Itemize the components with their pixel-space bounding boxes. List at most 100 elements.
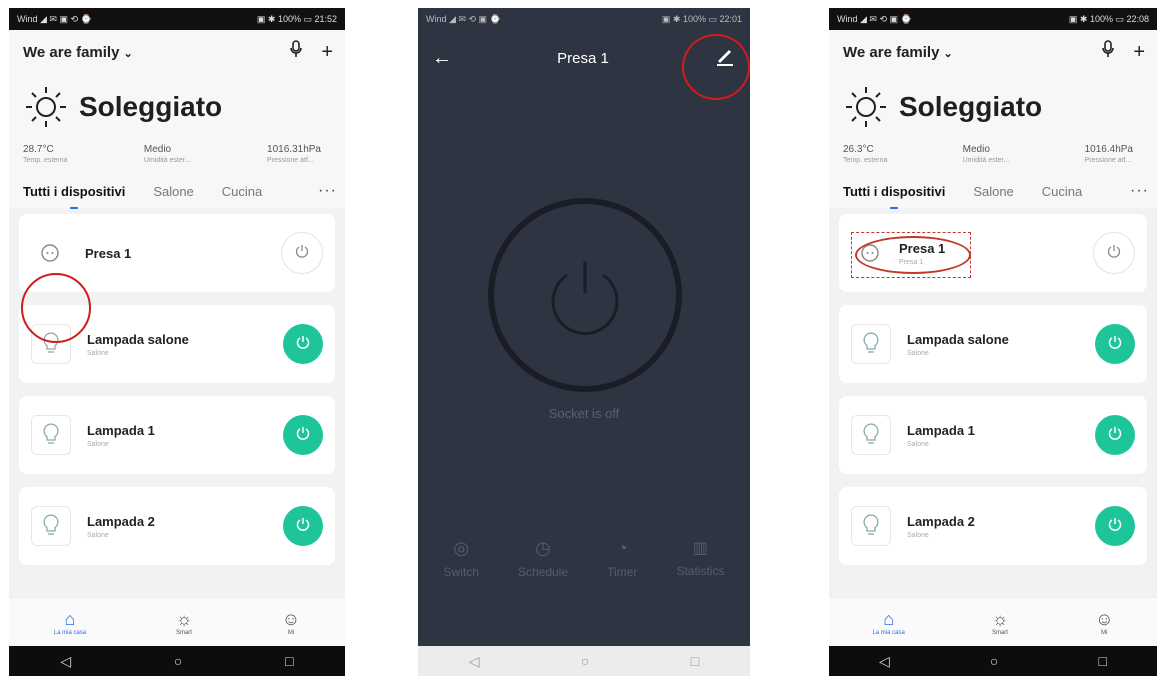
device-card-lampada-1[interactable]: Lampada 1 Salone	[19, 396, 335, 474]
sun-icon	[26, 87, 66, 127]
device-list: Presa 1 Lampada salone Salone Lampada 1 Sa…	[9, 208, 345, 565]
home-circle-icon[interactable]: ○	[174, 653, 182, 669]
power-icon	[1107, 516, 1123, 537]
nav-me[interactable]: ☺ Mi	[1095, 609, 1113, 636]
device-name: Presa 1	[899, 240, 946, 256]
recents-square-icon[interactable]: □	[285, 653, 293, 669]
phone-screen-home-renamed: Wind ◢ ✉ ⟲ ▣ ⌚ ▣ ✱ 100% ▭ 22:08 We are f…	[829, 8, 1157, 676]
back-triangle-icon[interactable]: ◁	[60, 653, 71, 670]
page-title: Presa 1	[557, 49, 609, 67]
device-room: Presa 1	[899, 258, 924, 266]
power-toggle[interactable]	[283, 324, 323, 364]
power-icon	[551, 261, 619, 335]
power-icon	[295, 334, 311, 355]
power-button-large[interactable]	[488, 198, 682, 392]
home-circle-icon[interactable]: ○	[581, 653, 589, 669]
room-tabs: Tutti i dispositivi Salone Cucina ···	[9, 172, 345, 209]
pressure-stat: 1016.4hPa Pressione atf...	[1084, 144, 1133, 164]
weather-panel: Soleggiato 26.3°C Temp. esterna Medio Umid…	[829, 74, 1157, 172]
nav-me[interactable]: ☺ Mi	[282, 609, 300, 636]
status-right: ▣ ✱ 100% ▭ 21:52	[256, 13, 337, 24]
tab-salone[interactable]: Salone	[153, 184, 193, 199]
device-card-presa[interactable]: Presa 1 Presa 1	[839, 214, 1147, 292]
status-bar: Wind ◢ ✉ ▣ ⟲ ⌚ ▣ ✱ 100% ▭ 21:52	[9, 8, 345, 30]
user-icon: ☺	[1095, 608, 1114, 629]
device-card-presa[interactable]: Presa 1	[19, 214, 335, 292]
nav-me-label: Mi	[287, 629, 295, 636]
status-left: Wind ◢ ✉ ⟲ ▣ ⌚	[837, 13, 912, 24]
power-toggle[interactable]	[281, 232, 323, 274]
more-icon[interactable]: ···	[318, 182, 337, 200]
power-icon	[295, 516, 311, 537]
microphone-icon[interactable]	[289, 40, 303, 64]
detail-toolbar: ◎ Switch ◷ Schedule ◔ Timer ▥ Statistics	[418, 538, 750, 579]
device-card-lampada-1[interactable]: Lampada 1 Salone	[839, 396, 1147, 474]
pressure-stat: 1016.31hPa Pressione atf...	[267, 144, 321, 164]
back-triangle-icon[interactable]: ◁	[469, 653, 480, 670]
home-circle-icon[interactable]: ○	[990, 653, 998, 669]
power-toggle[interactable]	[1093, 232, 1135, 274]
status-right: ▣ ✱ 100% ▭ 22:01	[661, 13, 742, 24]
recents-square-icon[interactable]: □	[1098, 653, 1106, 669]
home-header: We are family ⌄ +	[9, 30, 345, 74]
switch-button[interactable]: ◎ Switch	[444, 538, 479, 579]
status-bar: Wind ◢ ✉ ⟲ ▣ ⌚ ▣ ✱ 100% ▭ 22:08	[829, 8, 1157, 30]
tab-all-devices[interactable]: Tutti i dispositivi	[23, 184, 125, 209]
plus-icon[interactable]: +	[1133, 41, 1145, 64]
schedule-button[interactable]: ◷ Schedule	[518, 538, 568, 579]
device-room: Salone	[87, 349, 109, 357]
phone-screen-home: Wind ◢ ✉ ▣ ⟲ ⌚ ▣ ✱ 100% ▭ 21:52 We are f…	[9, 8, 345, 676]
system-nav: ◁ ○ □	[418, 646, 750, 676]
power-toggle[interactable]	[1095, 415, 1135, 455]
nav-smart[interactable]: ☼ Smart	[176, 609, 193, 636]
device-card-lampada-2[interactable]: Lampada 2 Salone	[19, 487, 335, 565]
tab-salone[interactable]: Salone	[973, 184, 1013, 199]
power-icon	[1107, 425, 1123, 446]
device-list: Presa 1 Presa 1 Lampada salone Salone Lamp…	[829, 208, 1157, 565]
timer-button[interactable]: ◔ Timer	[607, 538, 637, 579]
home-name-label: We are family	[843, 43, 940, 61]
recents-square-icon[interactable]: □	[691, 653, 699, 669]
pencil-icon[interactable]	[714, 45, 736, 72]
device-card-lampada-2[interactable]: Lampada 2 Salone	[839, 487, 1147, 565]
more-icon[interactable]: ···	[1130, 182, 1149, 200]
nav-home[interactable]: ⌂ La mia casa	[54, 609, 86, 636]
sun-icon: ☼	[175, 608, 193, 629]
home-selector[interactable]: We are family ⌄	[843, 44, 953, 61]
device-name: Lampada salone	[907, 331, 1009, 347]
home-selector[interactable]: We are family ⌄	[23, 44, 133, 61]
plus-icon[interactable]: +	[321, 41, 333, 64]
back-triangle-icon[interactable]: ◁	[879, 653, 890, 670]
power-toggle[interactable]	[283, 415, 323, 455]
power-toggle[interactable]	[1095, 324, 1135, 364]
nav-home[interactable]: ⌂ La mia casa	[872, 609, 904, 636]
tab-cucina[interactable]: Cucina	[222, 184, 262, 199]
power-icon	[1107, 334, 1123, 355]
statistics-label: Statistics	[676, 564, 725, 578]
bulb-icon	[31, 415, 71, 455]
statistics-button[interactable]: ▥ Statistics	[676, 538, 724, 579]
microphone-icon[interactable]	[1101, 40, 1115, 64]
device-card-lampada-salone[interactable]: Lampada salone Salone	[19, 305, 335, 383]
tab-all-devices[interactable]: Tutti i dispositivi	[843, 184, 945, 209]
power-toggle[interactable]	[1095, 506, 1135, 546]
arrow-left-icon[interactable]: ←	[432, 47, 452, 70]
nav-smart-label: Smart	[991, 629, 1008, 636]
timer-icon: ◔	[616, 538, 628, 558]
device-card-lampada-salone[interactable]: Lampada salone Salone	[839, 305, 1147, 383]
nav-home-label: La mia casa	[872, 629, 905, 636]
device-room: Salone	[87, 440, 109, 448]
phone-screen-device-detail: Wind ◢ ✉ ⟲ ▣ ⌚ ▣ ✱ 100% ▭ 22:01 ← Presa …	[418, 8, 750, 676]
weather-title: Soleggiato	[79, 91, 223, 122]
system-nav: ◁ ○ □	[9, 646, 345, 676]
switch-label: Switch	[443, 565, 479, 579]
bulb-icon	[31, 324, 71, 364]
device-name: Lampada salone	[87, 331, 189, 347]
nav-smart[interactable]: ☼ Smart	[992, 609, 1009, 636]
status-bar: Wind ◢ ✉ ⟲ ▣ ⌚ ▣ ✱ 100% ▭ 22:01	[418, 8, 750, 30]
temperature-stat: 28.7°C Temp. esterna	[23, 144, 68, 164]
device-name: Lampada 2	[87, 513, 155, 529]
power-toggle[interactable]	[283, 506, 323, 546]
tab-cucina[interactable]: Cucina	[1042, 184, 1082, 199]
socket-icon	[31, 234, 69, 272]
